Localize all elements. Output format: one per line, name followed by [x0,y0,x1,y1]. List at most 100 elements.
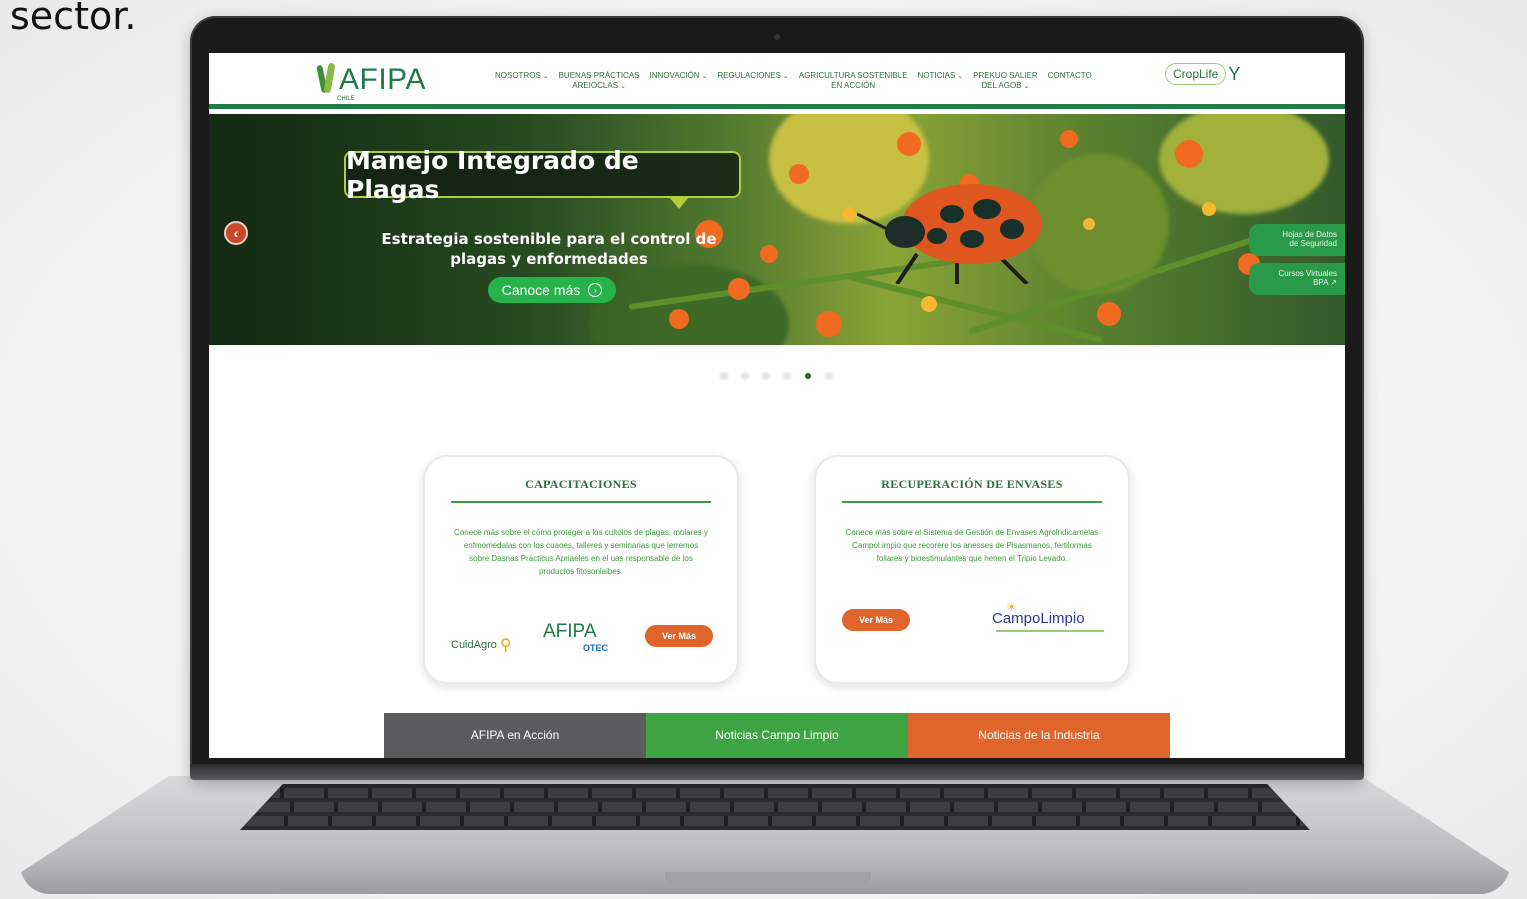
sprout-icon: Y [1228,63,1241,84]
slider-dot[interactable] [803,371,813,381]
croplife-logo[interactable]: CropLife Y [1165,63,1240,85]
nav-item[interactable]: PREKUO SALIER DEL AGOB ⌄ [973,71,1037,92]
slider-dot[interactable] [824,371,834,381]
hero-subtitle: Estrategia sostenible para el control de… [381,230,717,268]
tab-afipa-en-accion[interactable]: AFIPA en Acción [384,713,646,758]
nav-label-text: AGRICULTURA SOSTENIBLE [798,71,908,80]
laptop-notch [665,872,871,888]
nav-label-text: NOTICIAS [917,71,956,80]
chevron-down-icon: ⌄ [1021,83,1030,90]
card-text: Conece más sobre el Sistema de Gestión d… [845,528,1099,563]
bottom-tab-bar: AFIPA en Acción Noticias Campo Limpio No… [384,713,1170,758]
nav-label: REGULACIONES ⌄ [717,71,788,82]
tab-noticias-industria[interactable]: Noticias de la Industria [908,713,1170,758]
card-divider [842,501,1102,503]
caption-text: sector. [10,0,137,38]
nav-item[interactable]: CONTACTO [1048,71,1092,92]
laptop-lid: AFIPA CHILE NOSOTROS ⌄ BUENAS PRÁCTICAS AR… [190,16,1364,780]
afipa-logo[interactable]: AFIPA CHILE [317,61,426,103]
chevron-down-icon: ⌄ [618,83,626,90]
arrow-right-icon: › [588,283,603,297]
nav-item[interactable]: NOTICIAS ⌄ [918,71,964,92]
nav-label: NOSOTROS ⌄ [495,71,549,82]
slider-dot[interactable] [782,371,792,381]
chevron-down-icon: ⌄ [699,73,708,80]
beetle-graphic [857,184,1042,284]
main-nav: NOSOTROS ⌄ BUENAS PRÁCTICAS AREIOCLAS ⌄ INN… [495,71,1092,92]
side-tab-line2-text: BPA [1313,278,1329,287]
nav-label-text: NOSOTROS [495,71,541,80]
laptop-hinge [190,764,1364,780]
hero-title: Manejo Integrado de Plagas [346,145,639,204]
side-tab-line1: Hojas de Datos [1282,230,1337,239]
afipa-otec-text: AFIPA [543,621,597,642]
nav-item[interactable]: BUENAS PRÁCTICAS AREIOCLAS ⌄ [559,71,640,92]
logo-subtext: CHILE [337,96,355,102]
side-tab-hojas-datos[interactable]: Hojas de Datos de Seguridad [1249,224,1345,256]
slider-dot[interactable] [761,371,771,381]
nav-label-text: PREKUO SALIER [973,71,1038,80]
nav-item[interactable]: REGULACIONES ⌄ [717,71,788,92]
side-tab-line2: BPA ↗ [1249,278,1337,287]
nav-label-line2-text: DEL AGOB [981,81,1022,90]
laptop-keyboard [240,784,1310,830]
chevron-down-icon: ⌄ [540,73,549,80]
afipa-otec-logo: AFIPA OTEC [543,621,608,653]
camera-dot [774,34,780,40]
croplife-text: CropLife [1165,63,1227,85]
card-divider [451,501,711,503]
ver-mas-button[interactable]: Ver Más [645,625,713,647]
nav-item[interactable]: AGRICULTURA SOSTENIBLE EN ACCIÓN [799,71,908,92]
slider-prev-button[interactable]: ‹ [224,221,248,245]
external-link-icon: ↗ [1330,278,1337,287]
card-title: CAPACITACIONES [525,477,637,491]
side-tab-line2: de Seguridad [1289,239,1337,248]
tab-noticias-campo-limpio[interactable]: Noticias Campo Limpio [646,713,908,758]
hero-slider: ‹ Manejo Integrado de Plagas Estrategia … [209,114,1345,345]
scene: sector. AFIPA CHILE NOSOTROS ⌄ BUENAS PRÁ… [0,0,1527,899]
nav-label-text: INNOVACIÓN [649,71,700,80]
nav-label-line2-text: EN ACCIÓN [831,81,876,90]
nav-label: PREKUO SALIER [973,71,1037,81]
side-tab-line1: Cursos Virtuales [1278,269,1337,278]
card-text: Conece más sobre el cómo proteger a los … [454,528,708,576]
nav-label-line2-text: AREIOCLAS [572,81,619,90]
nav-label-line2: AREIOCLAS ⌄ [559,81,640,92]
slider-dot[interactable] [719,371,729,381]
cuidagro-logo: CuidAgro ⚲ [451,635,512,655]
nav-label-line2: EN ACCIÓN [799,81,908,91]
nav-label-text: CONTACTO [1047,71,1092,80]
slider-dots [719,371,834,381]
card-capacitaciones: CAPACITACIONES Conece más sobre el cómo … [423,455,739,684]
nav-label: BUENAS PRÁCTICAS [559,71,640,81]
nav-label-line2: DEL AGOB ⌄ [973,81,1037,92]
nav-item[interactable]: NOSOTROS ⌄ [495,71,549,92]
sun-icon: ☀ [1006,600,1017,614]
logo-underline [996,630,1104,632]
site-header: AFIPA CHILE NOSOTROS ⌄ BUENAS PRÁCTICAS AR… [209,53,1345,109]
card-recuperacion-envases: RECUPERACIÓN DE ENVASES Conece más sobre… [814,455,1130,684]
nav-label-text: BUENAS PRÁCTICAS [558,71,640,80]
chevron-down-icon: ⌄ [955,73,964,80]
person-icon: ⚲ [499,637,512,654]
card-title: RECUPERACIÓN DE ENVASES [881,477,1063,491]
ver-mas-button[interactable]: Ver Más [842,609,910,631]
side-tab-cursos-virtuales[interactable]: Cursos Virtuales BPA ↗ [1249,263,1345,295]
nav-label-text: REGULACIONES [717,71,781,80]
chevron-down-icon: ⌄ [780,73,789,80]
leaf-logo-icon [317,61,337,95]
campolimpio-logo: ☀ CampoLimpio [992,600,1104,632]
hero-title-box: Manejo Integrado de Plagas [344,146,741,209]
nav-label: NOTICIAS ⌄ [918,71,964,82]
otec-text: OTEC [583,643,609,653]
nav-label: INNOVACIÓN ⌄ [650,71,708,82]
logo-text: AFIPA [339,63,426,96]
screen: AFIPA CHILE NOSOTROS ⌄ BUENAS PRÁCTICAS AR… [209,53,1345,758]
nav-item[interactable]: INNOVACIÓN ⌄ [650,71,708,92]
hero-cta-button[interactable]: Canoce más › [488,277,616,303]
slider-dot[interactable] [740,371,750,381]
nav-label: AGRICULTURA SOSTENIBLE [799,71,908,81]
hero-cta-label: Canoce más [501,282,581,298]
cuidagro-text: CuidAgro [451,639,497,651]
nav-label: CONTACTO [1048,71,1092,81]
